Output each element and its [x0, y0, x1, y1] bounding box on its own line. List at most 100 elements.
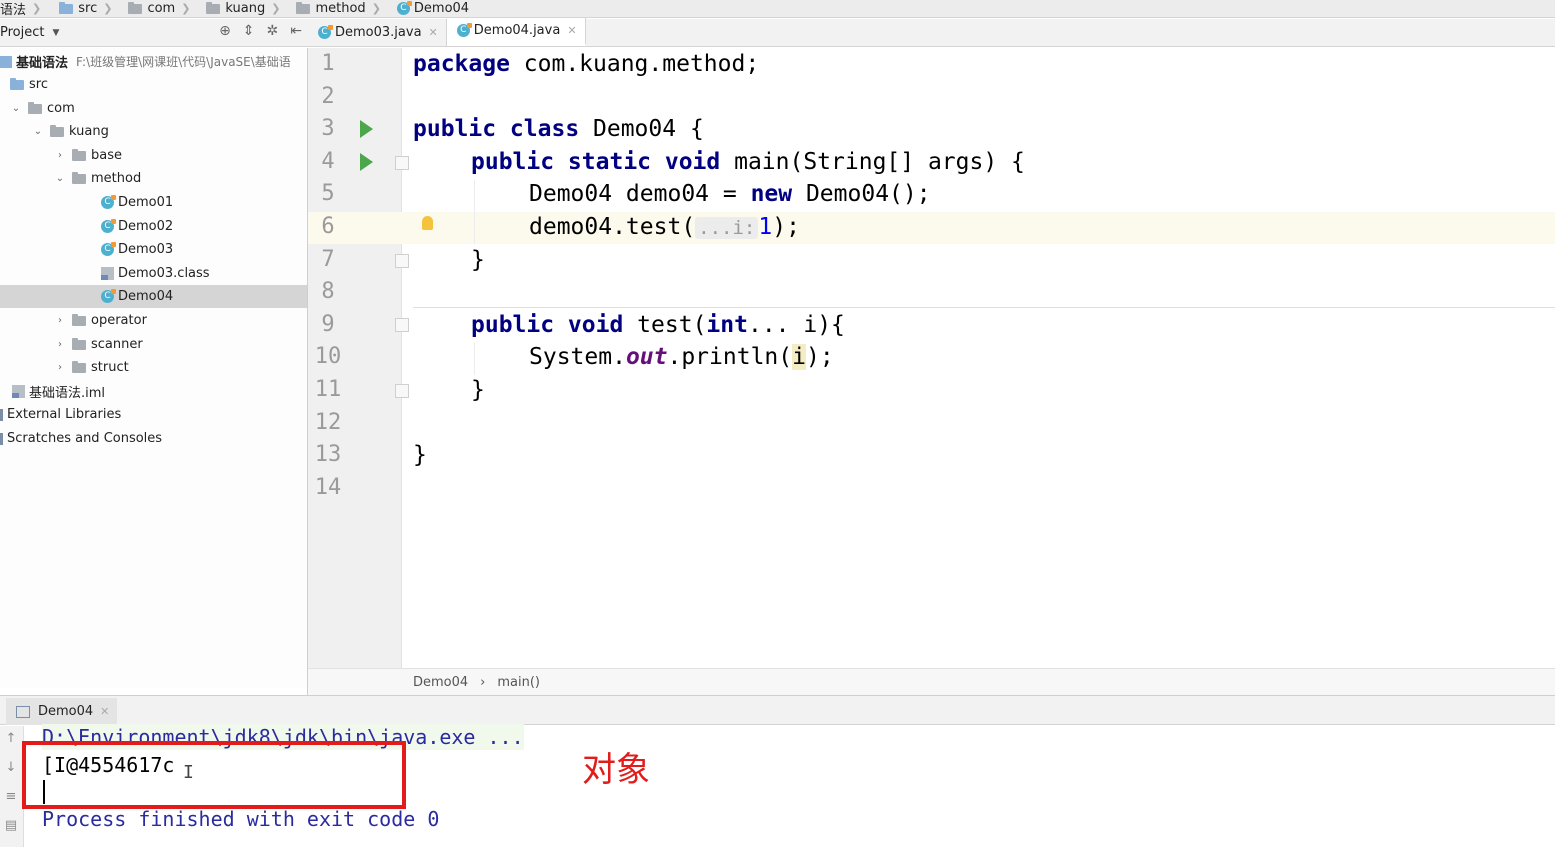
close-icon[interactable]: ✕ [567, 24, 576, 37]
code-keyword: package [413, 51, 510, 77]
project-view-selector[interactable]: Project [0, 25, 44, 40]
code-keyword: public static void [471, 149, 721, 175]
close-icon[interactable]: ✕ [429, 26, 438, 39]
code-number: 1 [758, 214, 773, 240]
run-class-icon[interactable] [360, 120, 373, 138]
class-file-icon [101, 267, 114, 280]
breadcrumb-separator: ❯ [103, 2, 113, 15]
tree-item-kuang[interactable]: ⌄ kuang [0, 120, 307, 143]
breadcrumb-method-label: method [315, 1, 366, 16]
tab-demo03-java[interactable]: C Demo03.java ✕ [308, 19, 447, 46]
locate-icon[interactable]: ⊕ [219, 23, 231, 39]
fold-icon[interactable] [395, 384, 409, 398]
tree-item-label: operator [91, 313, 147, 328]
indent-guide [474, 180, 475, 244]
tree-item-struct[interactable]: › struct [0, 356, 307, 379]
code-line-11[interactable]: } [471, 374, 485, 406]
breadcrumb-separator: ❯ [271, 2, 281, 15]
tree-item-label: 基础语法.iml [29, 386, 106, 401]
line-number: 1 [321, 51, 335, 76]
tree-item-root[interactable]: 基础语法 F:\班级管理\网课班\代码\JavaSE\基础语 [0, 50, 307, 73]
code-line-7[interactable]: } [471, 244, 485, 276]
tree-item-demo02[interactable]: C Demo02 [0, 215, 307, 238]
run-tab-label: Demo04 [38, 704, 94, 719]
editor-breadcrumb-method[interactable]: main() [497, 675, 540, 690]
code-line-13[interactable]: } [413, 439, 427, 471]
code-line-10[interactable]: System.out.println(i); [529, 341, 834, 373]
tab-demo04-java[interactable]: C Demo04.java ✕ [446, 18, 586, 46]
navigation-bar: 语法 ❯ src ❯ com ❯ kuang ❯ method ❯ C Demo04 [0, 0, 1555, 18]
tree-item-operator[interactable]: › operator [0, 309, 307, 332]
chevron-right-icon[interactable]: › [54, 339, 66, 350]
run-tab-demo04[interactable]: Demo04 ✕ [6, 698, 118, 725]
dropdown-caret-icon[interactable]: ▼ [52, 28, 59, 38]
fold-icon[interactable] [395, 254, 409, 268]
breadcrumb-demo04[interactable]: C Demo04 [396, 0, 475, 17]
package-icon [72, 360, 86, 373]
soft-wrap-icon[interactable]: ≡ [3, 790, 19, 804]
tree-item-iml[interactable]: 基础语法.iml [0, 380, 307, 403]
code-line-5[interactable]: Demo04 demo04 = new Demo04(); [529, 178, 931, 210]
chevron-down-icon[interactable]: ⌄ [10, 103, 22, 114]
library-icon [0, 408, 3, 421]
java-class-icon: C [101, 195, 116, 209]
scroll-to-end-icon[interactable]: ▤ [3, 819, 19, 833]
tree-item-method[interactable]: ⌄ method [0, 167, 307, 190]
java-class-icon: C [101, 219, 116, 233]
arrow-up-icon[interactable]: ↑ [3, 732, 19, 746]
code-line-1[interactable]: package com.kuang.method; [413, 48, 759, 80]
annotation-text: 对象 [582, 750, 650, 790]
code-line-9[interactable]: public void test(int... i){ [471, 309, 845, 341]
editor-breadcrumb-class[interactable]: Demo04 [413, 675, 468, 690]
code-line-3[interactable]: public class Demo04 { [413, 113, 704, 145]
code-line-4[interactable]: public static void main(String[] args) { [471, 146, 1025, 178]
editor-breadcrumb: Demo04 › main() [308, 668, 1555, 695]
package-icon [72, 148, 86, 161]
tree-item-label: Demo03.class [118, 266, 210, 281]
tree-item-demo01[interactable]: C Demo01 [0, 191, 307, 214]
tree-item-src[interactable]: src [0, 73, 307, 96]
folder-icon [10, 77, 24, 90]
gear-icon[interactable]: ✲ [267, 23, 279, 39]
tree-item-demo04[interactable]: C Demo04 [0, 285, 307, 308]
arrow-down-icon[interactable]: ↓ [3, 761, 19, 775]
project-tool-buttons: ⊕ ⇕ ✲ ⇤ [219, 23, 302, 39]
breadcrumb-src[interactable]: src ❯ [59, 0, 118, 17]
tree-item-scanner[interactable]: › scanner [0, 333, 307, 356]
fold-icon[interactable] [395, 318, 409, 332]
parameter-hint: ...i: [695, 217, 759, 239]
lightbulb-icon[interactable] [422, 216, 433, 230]
line-number: 14 [314, 475, 342, 500]
breadcrumb-separator: ❯ [32, 2, 42, 15]
tree-item-com[interactable]: ⌄ com [0, 97, 307, 120]
tree-item-label: com [47, 101, 75, 116]
tree-item-label: struct [91, 360, 129, 375]
tree-item-demo03[interactable]: C Demo03 [0, 238, 307, 261]
chevron-down-icon[interactable]: ⌄ [54, 173, 66, 184]
run-main-icon[interactable] [360, 153, 373, 171]
chevron-down-icon[interactable]: ⌄ [32, 126, 44, 137]
breadcrumb-root[interactable]: 语法 ❯ [0, 0, 47, 17]
tree-item-label: scanner [91, 337, 143, 352]
chevron-right-icon[interactable]: › [54, 362, 66, 373]
close-icon[interactable]: ✕ [100, 705, 109, 718]
code-line-6[interactable]: demo04.test(...i: 1); [529, 211, 800, 243]
tree-item-base[interactable]: › base [0, 144, 307, 167]
tree-item-external-libraries[interactable]: External Libraries [0, 403, 307, 426]
breadcrumb-kuang[interactable]: kuang ❯ [206, 0, 286, 17]
code-keyword: public void [471, 312, 624, 338]
tree-item-scratches[interactable]: Scratches and Consoles [0, 427, 307, 450]
chevron-right-icon[interactable]: › [54, 150, 66, 161]
tree-item-demo03-class[interactable]: Demo03.class [0, 262, 307, 285]
line-number: 2 [321, 84, 335, 109]
annotation-highlight-box [22, 741, 406, 809]
breadcrumb-com[interactable]: com ❯ [128, 0, 196, 17]
tree-item-label: External Libraries [7, 407, 122, 422]
line-number: 3 [321, 116, 335, 141]
code-text: .println( [667, 344, 793, 370]
breadcrumb-method[interactable]: method ❯ [296, 0, 386, 17]
fold-icon[interactable] [395, 156, 409, 170]
hide-panel-icon[interactable]: ⇤ [290, 23, 302, 39]
chevron-right-icon[interactable]: › [54, 315, 66, 326]
collapse-all-icon[interactable]: ⇕ [243, 23, 255, 39]
